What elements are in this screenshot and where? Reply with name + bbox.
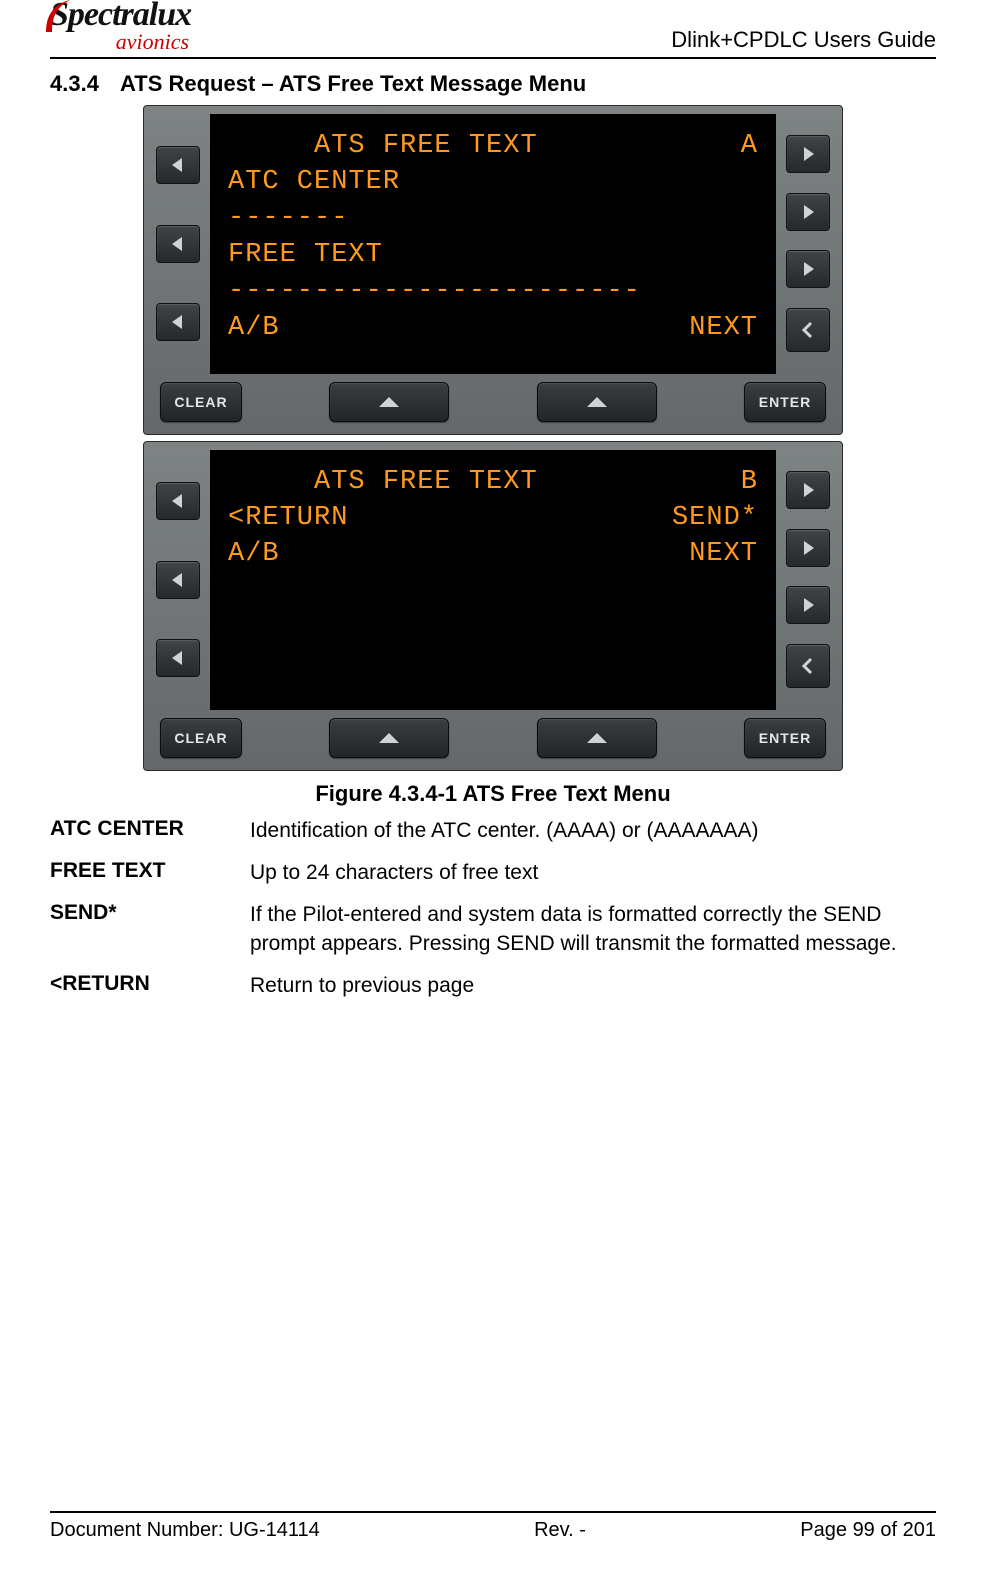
- definition-description: Identification of the ATC center. (AAAA)…: [250, 817, 936, 845]
- logo-brand: Spectralux: [50, 0, 191, 31]
- definition-term: FREE TEXT: [50, 859, 250, 887]
- screen-line-left: A/B: [228, 310, 280, 346]
- definition-term: ATC CENTER: [50, 817, 250, 845]
- display-screen: ATS FREE TEXT A ATC CENTER-------FREE TEXT…: [210, 114, 776, 374]
- definition-row: SEND*If the Pilot-entered and system dat…: [50, 901, 936, 958]
- line-select-key-left[interactable]: [156, 303, 200, 341]
- section-number: 4.3.4: [50, 71, 120, 97]
- page-header: Spectralux avionics Dlink+CPDLC Users Gu…: [50, 0, 936, 59]
- clear-button[interactable]: CLEAR: [160, 382, 242, 422]
- line-select-key-right[interactable]: [786, 471, 830, 509]
- definition-row: <RETURNReturn to previous page: [50, 972, 936, 1000]
- footer-docnum: Document Number: UG-14114: [50, 1519, 320, 1542]
- line-select-key-left[interactable]: [156, 482, 200, 520]
- enter-button[interactable]: ENTER: [744, 382, 826, 422]
- line-select-key-right[interactable]: [786, 135, 830, 173]
- screen-title: ATS FREE TEXT: [228, 128, 538, 164]
- scroll-up-button[interactable]: [537, 718, 657, 758]
- page-footer: Document Number: UG-14114 Rev. - Page 99…: [50, 1511, 936, 1542]
- screen-line-left: ATC CENTER: [228, 164, 400, 200]
- line-select-key-right[interactable]: [786, 193, 830, 231]
- footer-rev: Rev. -: [534, 1519, 586, 1542]
- footer-page: Page 99 of 201: [800, 1519, 936, 1542]
- definition-row: FREE TEXTUp to 24 characters of free tex…: [50, 859, 936, 887]
- logo: Spectralux avionics: [50, 0, 191, 55]
- screen-line-right: NEXT: [689, 536, 758, 572]
- definition-description: If the Pilot-entered and system data is …: [250, 901, 936, 958]
- screen-title: ATS FREE TEXT: [228, 464, 538, 500]
- line-select-key-left[interactable]: [156, 146, 200, 184]
- screen-line-left: <RETURN: [228, 500, 348, 536]
- document-title: Dlink+CPDLC Users Guide: [671, 27, 936, 55]
- device-panel: ATS FREE TEXT A ATC CENTER-------FREE TEXT…: [143, 105, 843, 435]
- line-select-key-right[interactable]: [786, 529, 830, 567]
- definition-term: <RETURN: [50, 972, 250, 1000]
- screen-line-left: ------------------------: [228, 273, 641, 309]
- definition-row: ATC CENTERIdentification of the ATC cent…: [50, 817, 936, 845]
- definitions-list: ATC CENTERIdentification of the ATC cent…: [50, 817, 936, 1001]
- clear-button[interactable]: CLEAR: [160, 718, 242, 758]
- definition-description: Return to previous page: [250, 972, 936, 1000]
- enter-button[interactable]: ENTER: [744, 718, 826, 758]
- page-key[interactable]: [786, 644, 830, 688]
- scroll-up-button[interactable]: [329, 382, 449, 422]
- section-title: ATS Request – ATS Free Text Message Menu: [120, 71, 586, 96]
- logo-swoosh-icon: [44, 0, 74, 34]
- definition-term: SEND*: [50, 901, 250, 958]
- screen-line-left: -------: [228, 200, 348, 236]
- screen-line-right: SEND*: [672, 500, 758, 536]
- definition-description: Up to 24 characters of free text: [250, 859, 936, 887]
- section-heading: 4.3.4ATS Request – ATS Free Text Message…: [50, 71, 936, 97]
- line-select-key-left[interactable]: [156, 225, 200, 263]
- figure-caption: Figure 4.3.4-1 ATS Free Text Menu: [50, 781, 936, 807]
- screen-line-right: NEXT: [689, 310, 758, 346]
- device-panel: ATS FREE TEXT B <RETURN SEND* A/B NEXT CLEAR EN…: [143, 441, 843, 771]
- line-select-key-left[interactable]: [156, 639, 200, 677]
- scroll-up-button[interactable]: [537, 382, 657, 422]
- line-select-key-right[interactable]: [786, 250, 830, 288]
- display-screen: ATS FREE TEXT B <RETURN SEND* A/B NEXT: [210, 450, 776, 710]
- screen-line-left: A/B: [228, 536, 280, 572]
- page-key[interactable]: [786, 308, 830, 352]
- screen-line-left: FREE TEXT: [228, 237, 383, 273]
- line-select-key-right[interactable]: [786, 586, 830, 624]
- scroll-up-button[interactable]: [329, 718, 449, 758]
- screen-page-indicator: A: [741, 128, 758, 164]
- screen-page-indicator: B: [741, 464, 758, 500]
- line-select-key-left[interactable]: [156, 561, 200, 599]
